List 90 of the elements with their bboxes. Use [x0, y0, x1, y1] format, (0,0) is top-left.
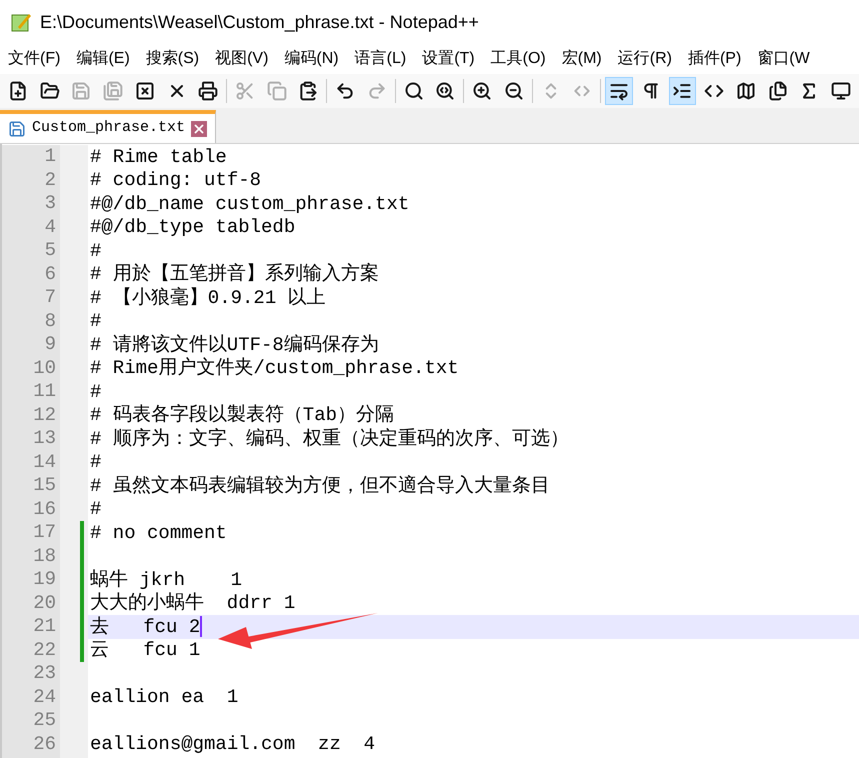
saved-file-icon — [8, 120, 26, 138]
toolbar-button[interactable] — [668, 77, 696, 105]
map-icon — [736, 81, 756, 101]
code-line: 去 fcu 2 — [89, 614, 200, 640]
line-number: 20 — [32, 592, 57, 615]
line-number: 25 — [32, 709, 57, 732]
code-line: # coding: utf-8 — [89, 168, 262, 193]
code-line: 大大的小蜗牛 ddrr 1 — [89, 591, 296, 616]
code-line: # — [89, 497, 102, 522]
replace-icon — [435, 81, 456, 101]
code-line: # 虽然文本码表编辑较为方便，但不適合导入大量条目 — [89, 474, 550, 498]
menu-item[interactable]: 编码(N) — [276, 47, 347, 71]
code-line: #@/db_name custom_phrase.txt — [89, 192, 410, 216]
menu-item[interactable]: 编辑(E) — [68, 47, 138, 71]
documents-icon — [768, 81, 788, 101]
menu-item[interactable]: 运行(R) — [610, 47, 680, 71]
line-number: 8 — [44, 310, 57, 333]
tab-label: Custom_phrase.txt — [32, 118, 186, 138]
indent-guide-icon — [672, 81, 692, 101]
code-line: # Rime用户文件夹/custom_phrase.txt — [89, 356, 459, 381]
text-cursor — [200, 616, 202, 638]
line-number: 17 — [32, 521, 57, 544]
scissors-icon — [234, 81, 255, 101]
notepad-app-icon — [10, 11, 32, 33]
line-number: 22 — [32, 638, 57, 662]
menu-item[interactable]: 语言(L) — [346, 47, 414, 71]
code-line: #@/db_type tabledb — [89, 215, 296, 240]
code-line: # 用於【五笔拼音】系列输入方案 — [89, 262, 379, 286]
code-line: eallions@gmail.com zz 4 — [89, 732, 376, 757]
save-all-icon — [103, 81, 124, 101]
new-file-icon — [8, 81, 28, 101]
line-number: 19 — [32, 568, 57, 592]
line-number: 2 — [44, 168, 57, 192]
line-number: 3 — [44, 192, 57, 216]
line-number: 6 — [44, 262, 57, 286]
undo-icon — [335, 81, 356, 101]
line-number: 15 — [32, 474, 57, 498]
line-number: 1 — [44, 145, 57, 168]
line-number: 9 — [44, 333, 57, 356]
toolbar-button[interactable] — [605, 77, 633, 105]
code-line: eallion ea 1 — [89, 685, 238, 710]
code-line: # — [89, 380, 102, 404]
line-number: 11 — [32, 380, 57, 404]
code-line: # — [89, 309, 102, 334]
line-number: 5 — [44, 239, 57, 262]
code-line: 云 fcu 1 — [89, 638, 200, 663]
zoom-out-icon — [504, 81, 524, 101]
menu-item[interactable]: 插件(P) — [680, 47, 750, 71]
line-number: 10 — [32, 356, 57, 380]
close-icon — [134, 81, 155, 101]
line-number: 12 — [32, 404, 57, 427]
zoom-in-icon — [472, 81, 492, 101]
code-line: # 码表各字段以製表符（Tab）分隔 — [89, 403, 394, 428]
code-line: # 请將该文件以UTF-8编码保存为 — [89, 332, 379, 357]
menu-item[interactable]: 文件(F) — [0, 47, 68, 71]
line-number: 18 — [32, 544, 57, 568]
monitor-icon — [831, 81, 852, 101]
close-tab-icon[interactable] — [191, 120, 208, 136]
code-line: # Rime table — [89, 144, 227, 170]
line-number: 26 — [32, 732, 57, 756]
line-number: 14 — [32, 450, 57, 474]
line-number: 24 — [32, 686, 57, 709]
code-line: # 顺序为：文字、编码、权重（决定重码的次序、可选） — [89, 426, 569, 452]
copy-icon — [266, 81, 287, 101]
code-line: # — [89, 450, 102, 475]
menu-item[interactable]: 设置(T) — [414, 47, 483, 71]
menu-item[interactable]: 宏(M) — [554, 47, 610, 71]
file-tab[interactable]: Custom_phrase.txt — [0, 110, 216, 143]
window-title: E:\Documents\Weasel\Custom_phrase.txt - Notepad++ — [40, 10, 479, 34]
code-line: # no comment — [89, 520, 227, 546]
menu-item[interactable]: 视图(V) — [207, 47, 276, 71]
clipboard-icon — [298, 81, 318, 101]
line-number: 4 — [44, 216, 57, 239]
menu-item[interactable]: 工具(O) — [482, 47, 554, 71]
printer-icon — [198, 81, 218, 101]
search-icon — [404, 81, 424, 101]
save-icon — [71, 81, 92, 101]
line-number: 16 — [32, 498, 57, 521]
line-number: 23 — [32, 662, 57, 686]
code-line: 蜗牛 jkrh 1 — [89, 568, 242, 592]
code-line: # — [89, 238, 102, 264]
menu-item[interactable]: 搜索(S) — [138, 47, 208, 71]
word-wrap-icon — [608, 81, 629, 101]
line-number: 21 — [32, 615, 57, 638]
line-number: 7 — [44, 286, 57, 310]
folder-icon — [40, 81, 60, 101]
line-number: 13 — [32, 427, 57, 450]
code-line: # 【小狼毫】0.9.21 以上 — [89, 286, 326, 310]
menu-item[interactable]: 窗口(W — [749, 47, 818, 71]
redo-icon — [366, 81, 387, 101]
